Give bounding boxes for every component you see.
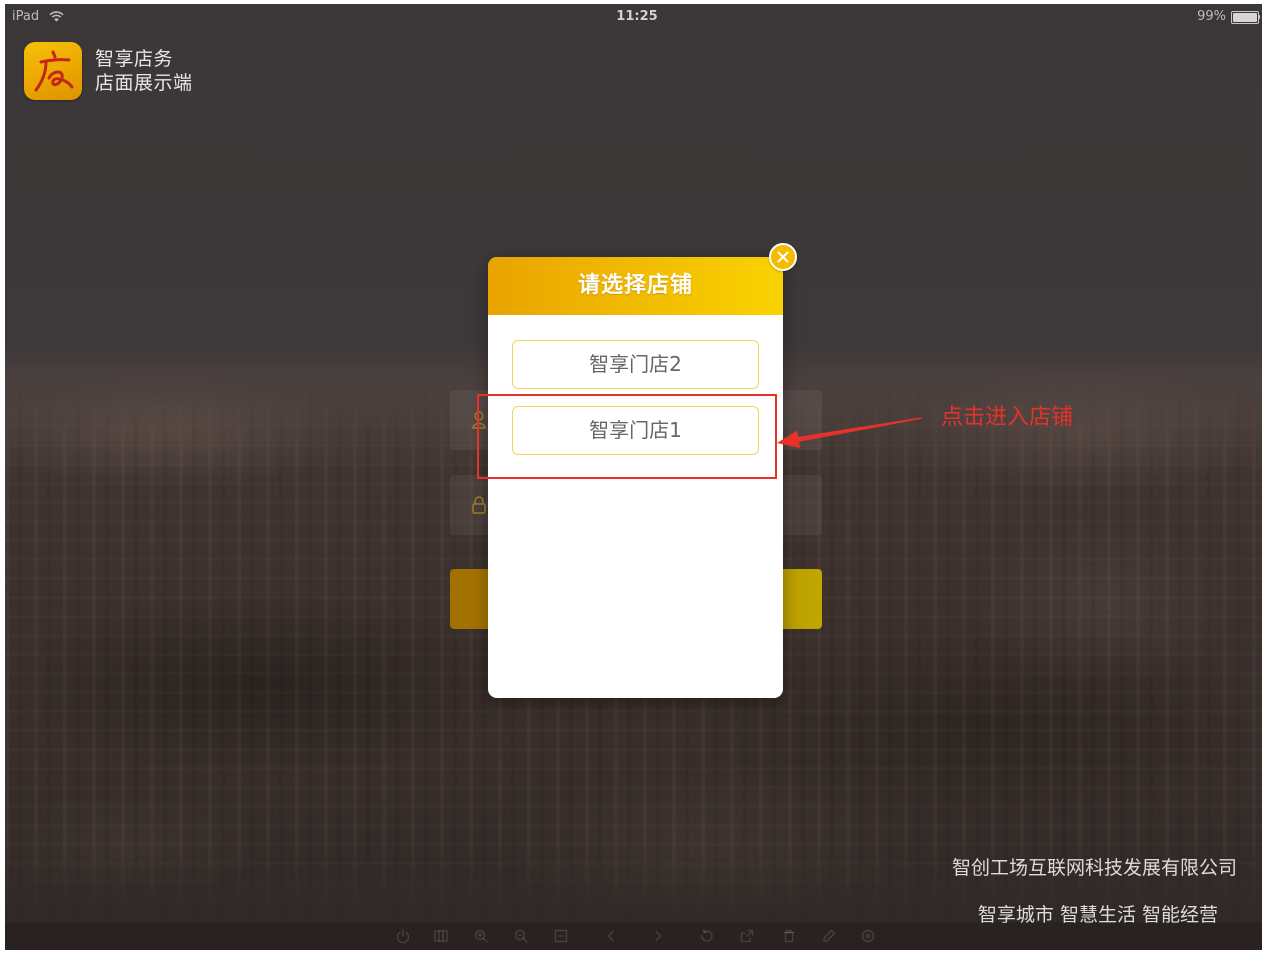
modal-close-button[interactable] [769, 243, 797, 271]
power-icon[interactable] [395, 928, 411, 944]
fit-icon[interactable] [553, 928, 569, 944]
close-icon [777, 251, 789, 263]
trash-icon[interactable] [781, 928, 797, 944]
status-time: 11:25 [616, 9, 658, 24]
status-device-name: iPad [12, 9, 40, 24]
store-button-2[interactable]: 智享门店2 [512, 340, 759, 389]
annotation-text: 点击进入店铺 [941, 405, 1074, 430]
wifi-icon [49, 11, 64, 22]
share-icon[interactable] [860, 928, 876, 944]
expand-icon[interactable] [739, 928, 755, 944]
zoom-in-icon[interactable] [473, 928, 489, 944]
annotation-highlight-box [477, 394, 777, 479]
battery-icon [1231, 11, 1259, 24]
store-logo-icon [24, 42, 82, 100]
battery-fill [1233, 13, 1257, 22]
battery-cap [1258, 15, 1260, 19]
battery-percent: 99% [1197, 9, 1226, 24]
footer-company: 智创工场互联网科技发展有限公司 [951, 857, 1237, 879]
grid-icon[interactable] [433, 928, 449, 944]
chevron-left-icon[interactable] [603, 928, 619, 944]
edit-icon[interactable] [821, 928, 837, 944]
app-subtitle: 店面展示端 [95, 72, 193, 94]
viewer-toolbar [5, 922, 1262, 950]
app-name: 智享店务 [95, 48, 174, 70]
rotate-icon[interactable] [699, 928, 715, 944]
chevron-right-icon[interactable] [650, 928, 666, 944]
modal-title: 请选择店铺 [577, 273, 693, 298]
lock-icon [472, 496, 486, 514]
zoom-out-icon[interactable] [513, 928, 529, 944]
store-logo-glyph [34, 50, 74, 92]
